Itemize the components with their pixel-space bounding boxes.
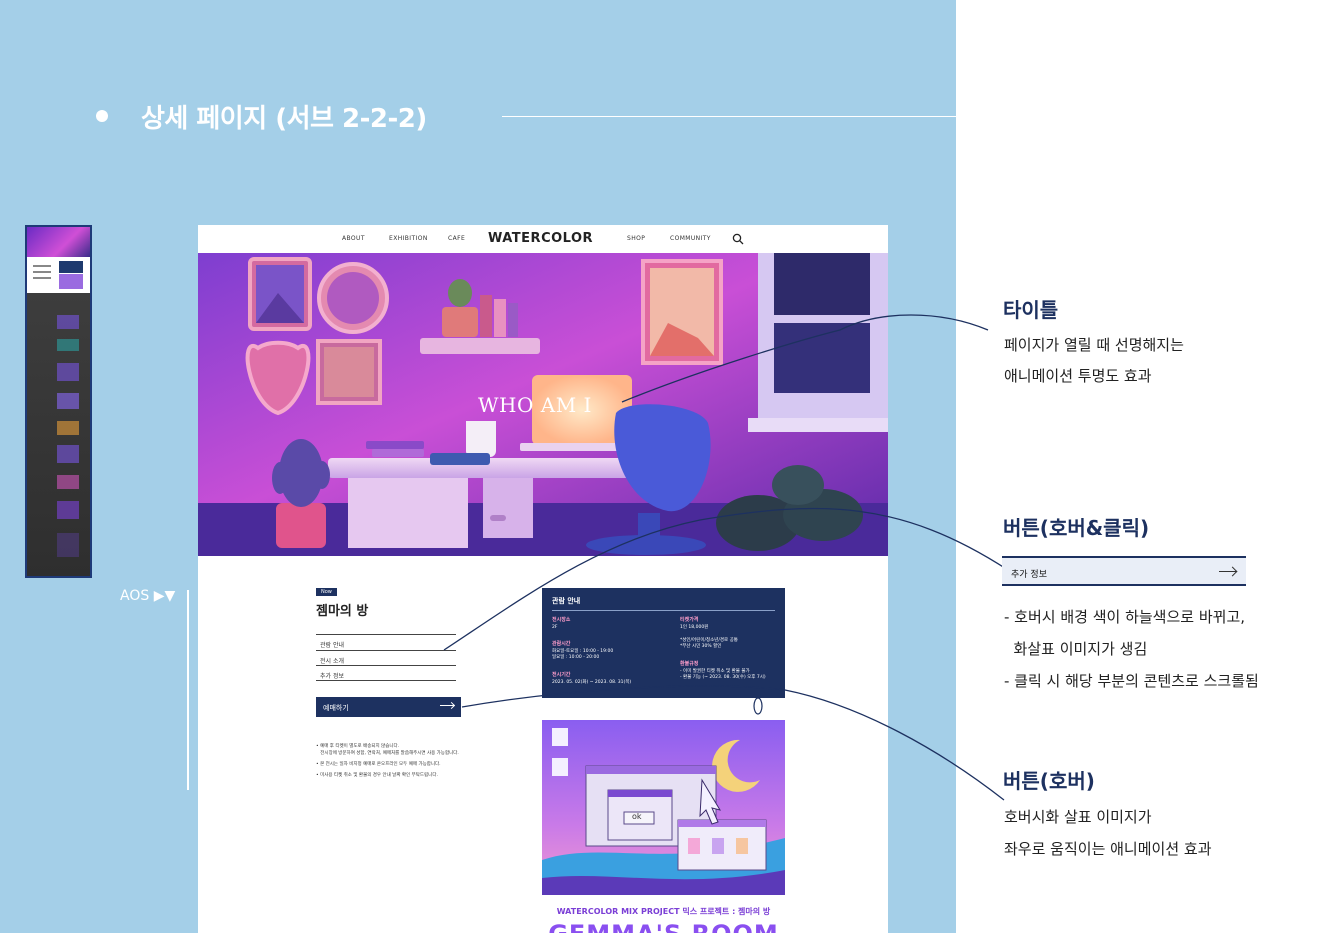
nav-cafe[interactable]: CAFE — [448, 235, 465, 242]
nav-community[interactable]: COMMUNITY — [670, 235, 711, 242]
thumbnail-lower — [27, 293, 90, 576]
poster-caption: WATERCOLOR MIX PROJECT 믹스 프로젝트 : 젬마의 방 — [556, 907, 771, 916]
annotation-button-heading: 버튼(호버&클릭) — [1003, 516, 1150, 540]
slide: 상세 페이지 (서브 2-2-2) AOS ▶▼ ABOUT EXHIBITIO… — [0, 0, 1320, 933]
menu-item-intro[interactable]: 전시 소개 — [316, 650, 456, 666]
hours-label: 관람시간 — [552, 641, 571, 647]
place-label: 전시장소 — [552, 617, 571, 623]
info-heading: 관람 안내 — [552, 597, 581, 605]
demo-button-label: 추가 정보 — [1011, 570, 1047, 580]
annotation-button-line: 화살표 이미지가 생김 — [1004, 640, 1148, 658]
exhibition-poster: ok — [542, 720, 785, 895]
refund-value: - 이미 발권한 티켓 취소 및 환불 불가 - 환불 기능 (~ 2023. … — [680, 669, 766, 680]
title-divider — [502, 116, 956, 117]
top-nav: ABOUT EXHIBITION CAFE WATERCOLOR SHOP CO… — [198, 225, 888, 253]
annotation-title-heading: 타이틀 — [1003, 298, 1059, 322]
arrow-right-icon — [440, 705, 454, 706]
room-title: 젬마의 방 — [316, 604, 369, 619]
nav-about[interactable]: ABOUT — [342, 235, 365, 242]
ticket-button-label: 예매하기 — [323, 704, 349, 712]
ticket-button[interactable]: 예매하기 — [316, 697, 461, 717]
website-mockup: ABOUT EXHIBITION CAFE WATERCOLOR SHOP CO… — [198, 225, 888, 933]
annotation-hover-heading: 버튼(호버) — [1003, 769, 1095, 793]
status-badge: Now — [316, 588, 337, 596]
hours-value: 화요일-토요일 : 10:00 - 19:00 일요일 : 10:00 - 20… — [552, 649, 614, 660]
thumbnail-content — [27, 257, 90, 293]
ok-button[interactable]: ok — [632, 812, 642, 821]
period-label: 전시기간 — [552, 672, 571, 678]
refund-label: 환불규정 — [680, 661, 699, 667]
annotation-button-line: - 호버시 배경 색이 하늘색으로 바뀌고, — [1004, 608, 1246, 626]
nav-exhibition[interactable]: EXHIBITION — [389, 235, 428, 242]
aos-scroll-line — [187, 590, 189, 790]
annotation-title-line: 애니메이션 투명도 효과 — [1004, 367, 1152, 385]
notice-item: • 미사용 티켓 취소 및 환불의 경우 안내 날짜 확인 부탁드립니다. — [316, 773, 438, 778]
info-divider — [552, 610, 775, 611]
discount-value: *성인/어린이/청소년/경로 공통 *부산 시민 30% 할인 — [680, 638, 738, 649]
notice-item: • 본 전시는 일자 비지정 예매로 온오프라인 모두 예매 가능합니다. — [316, 762, 441, 767]
thumbnail-hero — [27, 227, 90, 257]
notice-list: • 예매 후 티켓이 별도로 배송되지 않습니다. 전시장에 방문하여 성함, … — [316, 743, 506, 783]
notice-item: • 예매 후 티켓이 별도로 배송되지 않습니다. 전시장에 방문하여 성함, … — [316, 744, 459, 756]
annotation-button-line: - 클릭 시 해당 부분의 콘텐츠로 스크롤됨 — [1004, 672, 1259, 690]
section-title: 상세 페이지 (서브 2-2-2) — [141, 104, 427, 134]
annotation-hover-line: 좌우로 움직이는 애니메이션 효과 — [1004, 840, 1212, 858]
annotation-hover-line: 호버시화 살표 이미지가 — [1004, 808, 1152, 826]
price-label: 티켓가격 — [680, 617, 699, 623]
visit-info-panel: 관람 안내 전시장소 2F 관람시간 화요일-토요일 : 10:00 - 19:… — [542, 588, 785, 698]
place-value: 2F — [552, 625, 558, 630]
aos-label: AOS ▶▼ — [120, 588, 176, 604]
nav-shop[interactable]: SHOP — [627, 235, 645, 242]
bullet-icon — [96, 110, 108, 122]
page-thumbnail[interactable] — [25, 225, 92, 578]
period-value: 2023. 05. 02(화) ~ 2023. 08. 31(목) — [552, 680, 632, 685]
menu-divider — [316, 680, 456, 681]
hero-title: WHO AM I — [478, 393, 592, 417]
extra-info-button-demo[interactable]: 추가 정보 — [1002, 556, 1246, 586]
search-icon[interactable] — [732, 233, 744, 245]
annotation-title-line: 페이지가 열릴 때 선명해지는 — [1004, 336, 1184, 354]
arrow-right-icon — [1219, 571, 1236, 572]
price-value: 1인 18,000원 — [680, 625, 709, 630]
site-logo[interactable]: WATERCOLOR — [488, 231, 593, 246]
menu-item-extra-info[interactable]: 추가 정보 — [316, 665, 456, 681]
menu-item-guide[interactable]: 관람 안내 — [316, 634, 456, 650]
poster-title: GEMMA'S ROOM — [542, 920, 785, 933]
poster-illustration — [542, 720, 785, 895]
hero-banner: WHO AM I — [198, 253, 888, 556]
